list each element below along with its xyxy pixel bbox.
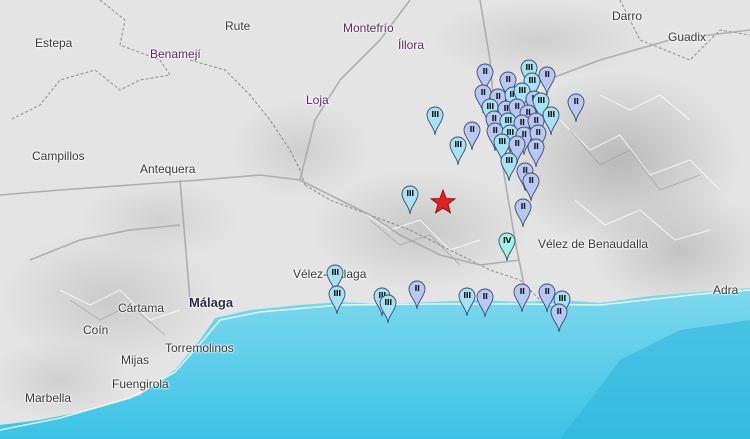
intensity-level-label: III [537, 96, 545, 105]
intensity-marker[interactable]: III [426, 106, 444, 136]
intensity-level-label: II [514, 139, 520, 148]
intensity-level-label: II [469, 125, 475, 134]
intensity-marker[interactable]: II [476, 288, 494, 318]
intensity-marker[interactable]: III [458, 287, 476, 317]
place-label-darro: Darro [612, 9, 643, 23]
place-label-illora: Íllora [398, 38, 425, 52]
place-label-adra: Adra [713, 283, 739, 297]
place-label-malaga: Málaga [189, 295, 234, 310]
place-label-cartama: Cártama [118, 301, 165, 315]
place-label-loja: Loja [306, 93, 329, 107]
intensity-marker[interactable]: IV [498, 232, 516, 262]
place-label-rute: Rute [225, 19, 251, 33]
epicenter-star-icon[interactable] [429, 188, 457, 215]
intensity-level-label: IV [502, 236, 512, 245]
intensity-marker[interactable]: III [328, 285, 346, 315]
intensity-level-label: II [573, 97, 579, 106]
intensity-marker[interactable]: II [550, 303, 568, 333]
intensity-level-label: II [528, 176, 534, 185]
intensity-marker[interactable]: III [401, 185, 419, 215]
place-label-benameji: Benamejí [150, 47, 201, 61]
place-label-marbella: Marbella [25, 391, 72, 405]
intensity-level-label: II [535, 128, 541, 137]
basemap [0, 0, 750, 439]
intensity-level-label: II [519, 287, 525, 296]
intensity-level-label: III [558, 294, 566, 303]
place-label-velez-benaudalla: Vélez de Benaudalla [538, 237, 649, 251]
intensity-marker[interactable]: II [463, 121, 481, 151]
intensity-marker[interactable]: III [379, 294, 397, 324]
place-label-guadix: Guadix [668, 30, 707, 44]
place-label-estepa: Estepa [35, 36, 73, 50]
intensity-level-label: II [520, 202, 526, 211]
intensity-level-label: II [482, 67, 488, 76]
intensity-marker[interactable]: II [514, 198, 532, 228]
intensity-marker[interactable]: II [567, 93, 585, 123]
place-label-campillos: Campillos [32, 149, 85, 163]
intensity-level-label: III [547, 110, 555, 119]
place-label-mijas: Mijas [121, 353, 150, 367]
place-label-coin: Coín [83, 323, 109, 337]
intensity-level-label: III [406, 189, 414, 198]
intensity-marker[interactable]: II [408, 280, 426, 310]
intensity-marker[interactable]: II [513, 283, 531, 313]
intensity-level-label: II [482, 292, 488, 301]
intensity-level-label: II [414, 284, 420, 293]
intensity-level-label: III [463, 291, 471, 300]
intensity-level-label: III [525, 63, 533, 72]
map-canvas[interactable]: Estepa Rute Benamejí Montefrío Íllora Darro Gu… [0, 0, 750, 439]
place-label-fuengirola: Fuengirola [112, 377, 169, 391]
intensity-level-label: III [333, 289, 341, 298]
intensity-level-label: III [431, 110, 439, 119]
intensity-level-label: III [331, 268, 339, 277]
intensity-level-label: II [556, 307, 562, 316]
place-label-montefrio: Montefrío [343, 21, 394, 35]
place-label-antequera: Antequera [140, 162, 196, 176]
intensity-level-label: II [533, 142, 539, 151]
place-label-torremolinos: Torremolinos [165, 341, 234, 355]
intensity-level-label: III [384, 298, 392, 307]
